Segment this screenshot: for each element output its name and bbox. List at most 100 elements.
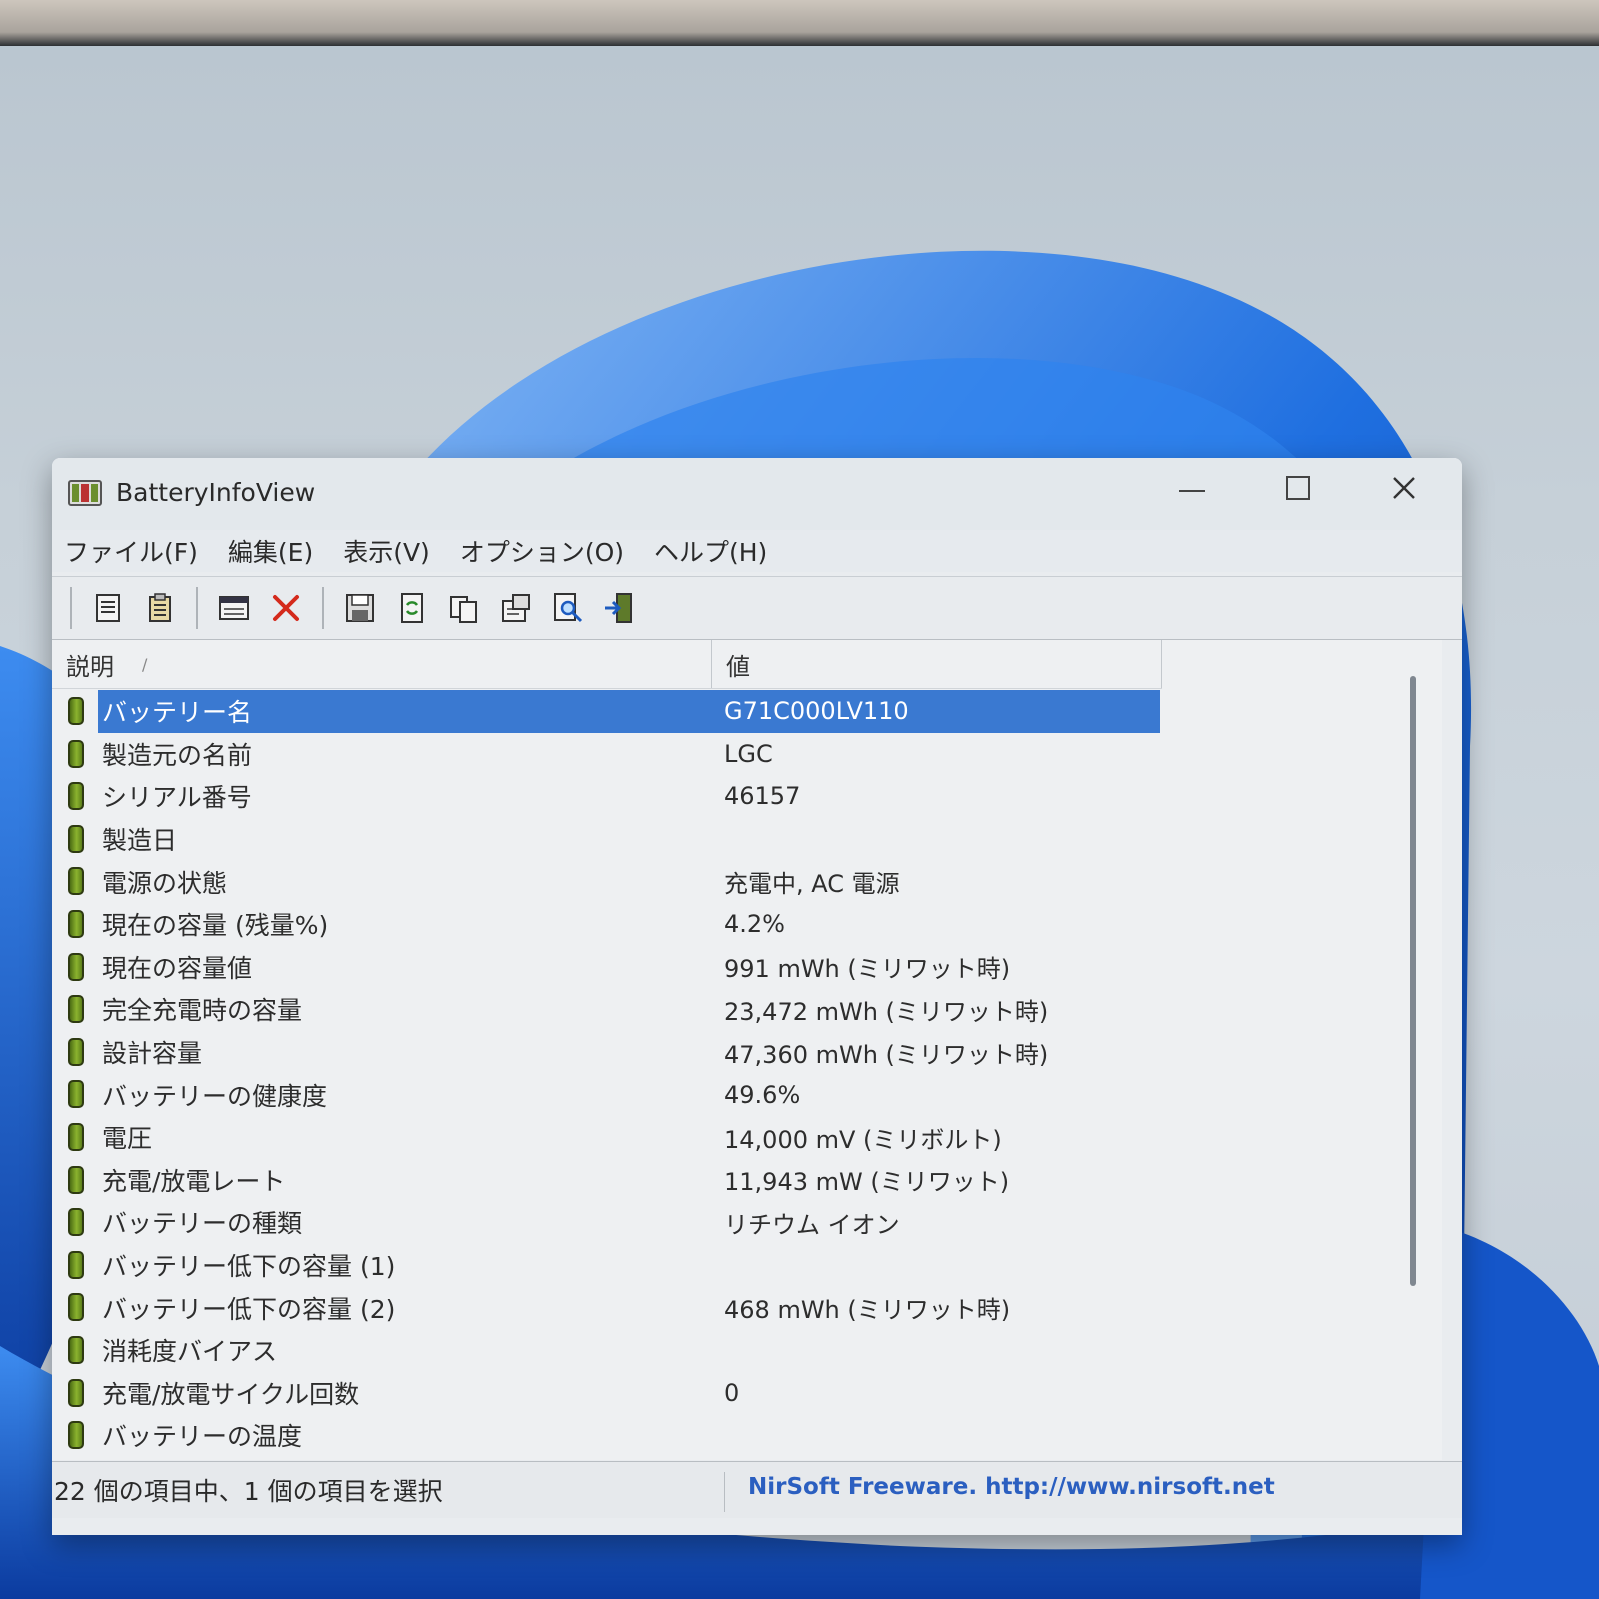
list-row[interactable]: 製造日	[52, 818, 1162, 861]
row-description: シリアル番号	[102, 783, 252, 813]
battery-icon	[68, 1037, 84, 1066]
row-description: 電圧	[102, 1124, 153, 1154]
row-value: 14,000 mV (ミリボルト)	[724, 1125, 1002, 1154]
list-row-battery-name[interactable]: バッテリー名 G71C000LV110	[52, 690, 1162, 733]
list-row[interactable]: バッテリーの種類 リチウム イオン	[52, 1201, 1162, 1244]
list-row[interactable]: シリアル番号 46157	[52, 775, 1162, 818]
close-icon	[1393, 477, 1415, 499]
row-description: 製造元の名前	[102, 740, 253, 770]
row-description: バッテリーの温度	[102, 1422, 303, 1452]
battery-icon	[68, 952, 84, 981]
menu-file[interactable]: ファイル(F)	[64, 533, 198, 569]
window-button[interactable]	[214, 588, 254, 628]
battery-info-window: BatteryInfoView ファイル(F) 編集(E) 表示(V) オプショ…	[52, 458, 1462, 1535]
row-description: 現在の容量 (残量%)	[102, 911, 329, 941]
title-bar[interactable]: BatteryInfoView	[52, 458, 1462, 530]
list-row[interactable]: バッテリー低下の容量 (1)	[52, 1244, 1162, 1287]
battery-icon	[68, 995, 84, 1024]
copy-button[interactable]	[444, 588, 484, 628]
find-icon	[554, 593, 583, 623]
list-row[interactable]: バッテリーの温度	[52, 1414, 1162, 1457]
battery-icon	[68, 697, 84, 725]
refresh-button[interactable]	[392, 588, 432, 628]
list-row[interactable]: 完全充電時の容量 23,472 mWh (ミリワット時)	[52, 988, 1162, 1031]
battery-icon	[68, 909, 84, 938]
list-row[interactable]: バッテリーの健康度 49.6%	[52, 1073, 1162, 1116]
list-row[interactable]: 現在の容量 (残量%) 4.2%	[52, 903, 1162, 946]
row-value	[724, 1329, 1160, 1372]
battery-icon	[68, 824, 84, 853]
options-button[interactable]	[496, 588, 536, 628]
list-row[interactable]: バッテリー低下の容量 (2) 468 mWh (ミリワット時)	[52, 1286, 1162, 1329]
menu-help[interactable]: ヘルプ(H)	[654, 533, 767, 569]
row-value: 468 mWh (ミリワット時)	[724, 1296, 1011, 1325]
battery-info-list[interactable]: 説明 / 値 バッテリー名 G71C000LV110 製造元の名前 LGC シリ…	[52, 640, 1442, 1460]
row-value: 11,943 mW (ミリワット)	[724, 1168, 1010, 1197]
row-description: バッテリー低下の容量 (1)	[102, 1252, 396, 1282]
row-value: 23,472 mWh (ミリワット時)	[724, 997, 1049, 1026]
row-value: 充電中, AC 電源	[724, 870, 900, 899]
find-button[interactable]	[548, 588, 588, 628]
column-header-value[interactable]: 値	[712, 640, 1162, 688]
refresh-icon	[401, 593, 423, 623]
list-row[interactable]: 電圧 14,000 mV (ミリボルト)	[52, 1116, 1162, 1159]
toolbar-separator	[196, 587, 198, 629]
battery-icon	[68, 1122, 84, 1151]
column-value-label: 値	[726, 652, 750, 681]
save-icon	[346, 594, 374, 622]
menu-view[interactable]: 表示(V)	[343, 533, 430, 569]
row-value: G71C000LV110	[710, 690, 1160, 733]
list-row[interactable]: 電源の状態 充電中, AC 電源	[52, 860, 1162, 903]
delete-button[interactable]	[266, 588, 306, 628]
row-value: LGC	[724, 739, 773, 768]
nirsoft-link[interactable]: NirSoft Freeware. http://www.nirsoft.net	[748, 1474, 1275, 1500]
list-row[interactable]: 設計容量 47,360 mWh (ミリワット時)	[52, 1031, 1162, 1074]
row-value: 47,360 mWh (ミリワット時)	[724, 1040, 1049, 1069]
close-button[interactable]	[1354, 458, 1454, 518]
toolbar-separator	[322, 587, 324, 629]
toolbar	[52, 576, 1462, 640]
row-description: 消耗度バイアス	[102, 1337, 278, 1367]
battery-icon	[68, 867, 84, 896]
row-description: バッテリー名	[98, 690, 714, 733]
battery-icon	[68, 1250, 84, 1279]
menu-options[interactable]: オプション(O)	[460, 533, 624, 569]
battery-icon	[68, 1335, 84, 1364]
html-report-button[interactable]	[140, 588, 180, 628]
column-header-description[interactable]: 説明 /	[52, 640, 712, 688]
menu-edit[interactable]: 編集(E)	[228, 533, 313, 569]
exit-button[interactable]	[600, 588, 640, 628]
list-row[interactable]: 充電/放電サイクル回数 0	[52, 1372, 1162, 1415]
monitor-bezel	[0, 0, 1599, 46]
list-row[interactable]: 充電/放電レート 11,943 mW (ミリワット)	[52, 1159, 1162, 1202]
row-value: 0	[724, 1378, 740, 1407]
properties-button[interactable]	[88, 588, 128, 628]
menu-bar: ファイル(F) 編集(E) 表示(V) オプション(O) ヘルプ(H)	[52, 530, 1462, 572]
battery-icon	[68, 1293, 84, 1322]
battery-icon	[68, 1208, 84, 1237]
row-value	[724, 1414, 1160, 1457]
delete-icon	[273, 595, 299, 621]
list-row[interactable]: 消耗度バイアス	[52, 1329, 1162, 1372]
battery-icon	[68, 782, 84, 811]
save-button[interactable]	[340, 588, 380, 628]
list-rows: バッテリー名 G71C000LV110 製造元の名前 LGC シリアル番号 46…	[52, 690, 1162, 1457]
row-value: 991 mWh (ミリワット時)	[724, 955, 1011, 984]
status-bar: 22 個の項目中、1 個の項目を選択 NirSoft Freeware. htt…	[52, 1461, 1462, 1518]
toolbar-separator	[70, 587, 72, 629]
list-row[interactable]: 製造元の名前 LGC	[52, 733, 1162, 776]
minimize-button[interactable]	[1142, 458, 1242, 518]
row-value: 49.6%	[724, 1080, 801, 1109]
vertical-scrollbar[interactable]	[1410, 676, 1416, 1286]
window-title: BatteryInfoView	[116, 478, 316, 507]
properties-icon	[96, 594, 120, 622]
window-icon	[219, 596, 249, 620]
maximize-button[interactable]	[1248, 458, 1348, 518]
list-row[interactable]: 現在の容量値 991 mWh (ミリワット時)	[52, 946, 1162, 989]
row-value: 46157	[724, 782, 801, 811]
row-description: 設計容量	[102, 1039, 203, 1069]
column-header-row: 説明 / 値	[52, 640, 1162, 689]
clipboard-icon	[149, 593, 171, 622]
row-description: 充電/放電レート	[102, 1166, 286, 1196]
row-description: 完全充電時の容量	[102, 996, 303, 1026]
